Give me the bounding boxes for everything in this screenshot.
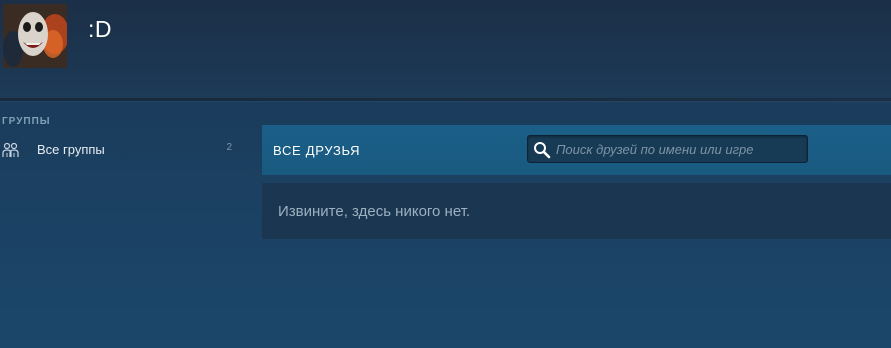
avatar[interactable] <box>3 4 67 68</box>
sidebar-item-label: Все группы <box>37 142 105 157</box>
sidebar-item-all-groups[interactable]: Все группы 2 <box>2 139 234 161</box>
profile-username: :D <box>88 16 112 42</box>
friends-list-panel: Извините, здесь никого нет. <box>262 183 891 239</box>
avatar-joker-icon <box>3 4 67 68</box>
friends-header-bar: ВСЕ ДРУЗЬЯ <box>262 125 891 175</box>
sidebar-item-count: 2 <box>226 142 232 153</box>
header-divider <box>0 98 891 101</box>
friends-search-box[interactable] <box>527 135 808 163</box>
friends-search-input[interactable] <box>556 138 801 160</box>
empty-message: Извините, здесь никого нет. <box>278 203 471 220</box>
friends-title: ВСЕ ДРУЗЬЯ <box>273 143 361 158</box>
groups-heading: ГРУППЫ <box>2 116 51 127</box>
profile-header <box>0 0 891 98</box>
search-icon <box>534 142 551 159</box>
users-icon <box>2 142 19 157</box>
